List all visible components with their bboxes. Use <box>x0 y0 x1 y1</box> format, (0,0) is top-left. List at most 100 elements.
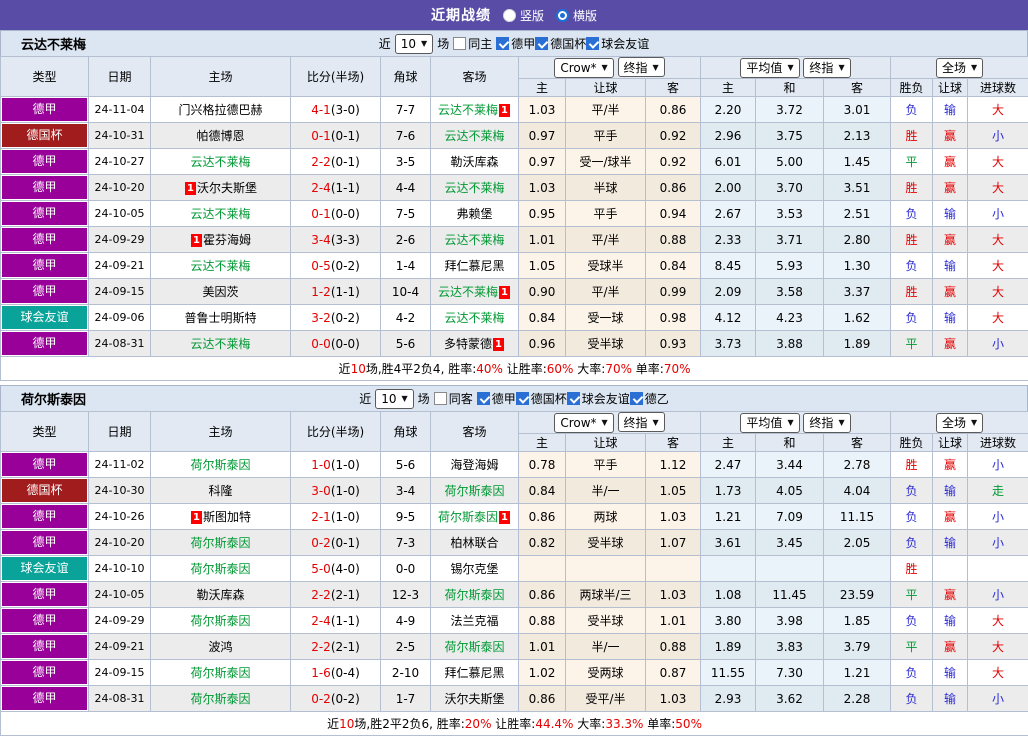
full-time-score: 1-2 <box>311 285 331 299</box>
same-venue-label: 同主 <box>468 35 492 52</box>
league-filter-checkbox[interactable]: 球会友谊 <box>586 35 649 52</box>
league-filter-checkbox[interactable]: 德甲 <box>477 390 516 407</box>
summary-segment: 44.4% <box>535 717 573 731</box>
team-name: 云达不莱梅 <box>21 34 86 53</box>
home-team-cell: 美因茨 <box>151 279 291 305</box>
col-header-avg-draw: 和 <box>756 434 824 452</box>
league-filter-label: 球会友谊 <box>582 390 630 407</box>
avg-draw-value: 3.88 <box>756 331 824 357</box>
away-team-cell: 沃尔夫斯堡 <box>431 686 519 712</box>
match-date: 24-10-26 <box>89 504 151 530</box>
chevron-down-icon: ▼ <box>421 39 427 48</box>
recent-count-select[interactable]: 10 ▼ <box>375 389 413 409</box>
match-date: 24-10-31 <box>89 123 151 149</box>
col-header-winlose: 胜负 <box>891 79 933 97</box>
home-team-name: 云达不莱梅 <box>190 155 250 169</box>
col-header-handicap-result: 让球 <box>933 434 968 452</box>
odds-provider-header: Crow*▼ 终指▼ <box>519 412 701 434</box>
away-team-cell: 云达不莱梅 <box>431 175 519 201</box>
away-team-name: 法兰克福 <box>450 614 498 628</box>
view-option-horizontal[interactable]: 横版 <box>556 7 597 24</box>
league-filter-group: 德甲德国杯球会友谊 <box>496 35 649 52</box>
league-filter-checkbox[interactable]: 德甲 <box>496 35 535 52</box>
avg-odds-header: 平均值▼ 终指▼ <box>701 57 891 79</box>
match-date: 24-10-27 <box>89 149 151 175</box>
away-team-name: 弗赖堡 <box>456 207 492 221</box>
corner-count: 2-5 <box>381 634 431 660</box>
half-time-score: (0-2) <box>331 692 360 706</box>
full-time-score: 2-4 <box>311 614 331 628</box>
avg-time-select[interactable]: 终指▼ <box>803 413 850 433</box>
score-cell: 2-2(2-1) <box>291 634 381 660</box>
avg-select[interactable]: 平均值▼ <box>740 58 799 78</box>
same-venue-checkbox[interactable]: 同客 <box>434 390 473 407</box>
odds-time-select[interactable]: 终指▼ <box>618 57 665 77</box>
avg-time-select[interactable]: 终指▼ <box>803 58 850 78</box>
score-cell: 1-2(1-1) <box>291 279 381 305</box>
result-goals: 大 <box>968 279 1028 305</box>
result-winlose: 胜 <box>891 123 933 149</box>
chevron-down-icon: ▼ <box>971 418 977 427</box>
home-team-name: 荷尔斯泰因 <box>190 692 250 706</box>
odds-away-value: 1.07 <box>646 530 701 556</box>
view-option-vertical[interactable]: 竖版 <box>503 7 544 24</box>
league-filter-checkbox[interactable]: 球会友谊 <box>567 390 630 407</box>
scope-select[interactable]: 全场▼ <box>936 58 983 78</box>
away-team-name: 云达不莱梅 <box>444 233 504 247</box>
summary-segment: 让胜率: <box>491 717 535 731</box>
radio-checked-icon[interactable] <box>556 9 569 22</box>
odds-away-value: 1.12 <box>646 452 701 478</box>
match-row: 德甲24-09-21波鸿2-2(2-1)2-5荷尔斯泰因1.01半/一0.881… <box>1 634 1028 660</box>
checkbox-icon[interactable] <box>535 37 548 50</box>
checkbox-icon[interactable] <box>453 37 466 50</box>
corner-count: 2-10 <box>381 660 431 686</box>
result-goals: 小 <box>968 452 1028 478</box>
odds-away-value: 1.03 <box>646 686 701 712</box>
odds-handicap-value: 两球 <box>566 504 646 530</box>
checkbox-icon[interactable] <box>477 392 490 405</box>
result-handicap: 赢 <box>933 331 968 357</box>
odds-time-select[interactable]: 终指▼ <box>618 412 665 432</box>
result-handicap: 输 <box>933 478 968 504</box>
full-time-score: 5-0 <box>311 562 331 576</box>
checkbox-icon[interactable] <box>434 392 447 405</box>
summary-segment: 大率: <box>573 362 605 376</box>
result-winlose: 负 <box>891 305 933 331</box>
league-filter-checkbox[interactable]: 德乙 <box>630 390 669 407</box>
full-time-score: 3-2 <box>311 311 331 325</box>
avg-home-value: 2.20 <box>701 97 756 123</box>
odds-provider-select[interactable]: Crow*▼ <box>554 58 613 78</box>
score-cell: 5-0(4-0) <box>291 556 381 582</box>
half-time-score: (0-4) <box>331 666 360 680</box>
chevron-down-icon: ▼ <box>787 63 793 72</box>
avg-away-value: 11.15 <box>824 504 891 530</box>
match-date: 24-09-29 <box>89 608 151 634</box>
league-type-cell: 球会友谊 <box>1 556 89 582</box>
scope-select[interactable]: 全场▼ <box>936 413 983 433</box>
odds-home-value: 1.01 <box>519 227 566 253</box>
result-handicap: 赢 <box>933 227 968 253</box>
col-header-avg-away: 客 <box>824 434 891 452</box>
avg-home-value: 3.61 <box>701 530 756 556</box>
result-winlose: 负 <box>891 660 933 686</box>
full-time-score: 0-5 <box>311 259 331 273</box>
radio-icon[interactable] <box>503 9 516 22</box>
checkbox-icon[interactable] <box>630 392 643 405</box>
half-time-score: (1-0) <box>331 510 360 524</box>
checkbox-icon[interactable] <box>496 37 509 50</box>
avg-select[interactable]: 平均值▼ <box>740 413 799 433</box>
league-filter-checkbox[interactable]: 德国杯 <box>535 35 586 52</box>
checkbox-icon[interactable] <box>516 392 529 405</box>
match-row: 德甲24-09-15美因茨1-2(1-1)10-4云达不莱梅10.90平/半0.… <box>1 279 1028 305</box>
red-card-badge: 1 <box>191 511 202 524</box>
half-time-score: (2-1) <box>331 588 360 602</box>
checkbox-icon[interactable] <box>567 392 580 405</box>
checkbox-icon[interactable] <box>586 37 599 50</box>
red-card-badge: 1 <box>499 286 510 299</box>
odds-provider-select[interactable]: Crow*▼ <box>554 413 613 433</box>
league-type-badge: 德甲 <box>2 687 87 710</box>
same-venue-checkbox[interactable]: 同主 <box>453 35 492 52</box>
league-filter-checkbox[interactable]: 德国杯 <box>516 390 567 407</box>
recent-count-select[interactable]: 10 ▼ <box>395 34 433 54</box>
summary-line: 近10场,胜2平2负6, 胜率:20% 让胜率:44.4% 大率:33.3% 单… <box>327 717 702 731</box>
